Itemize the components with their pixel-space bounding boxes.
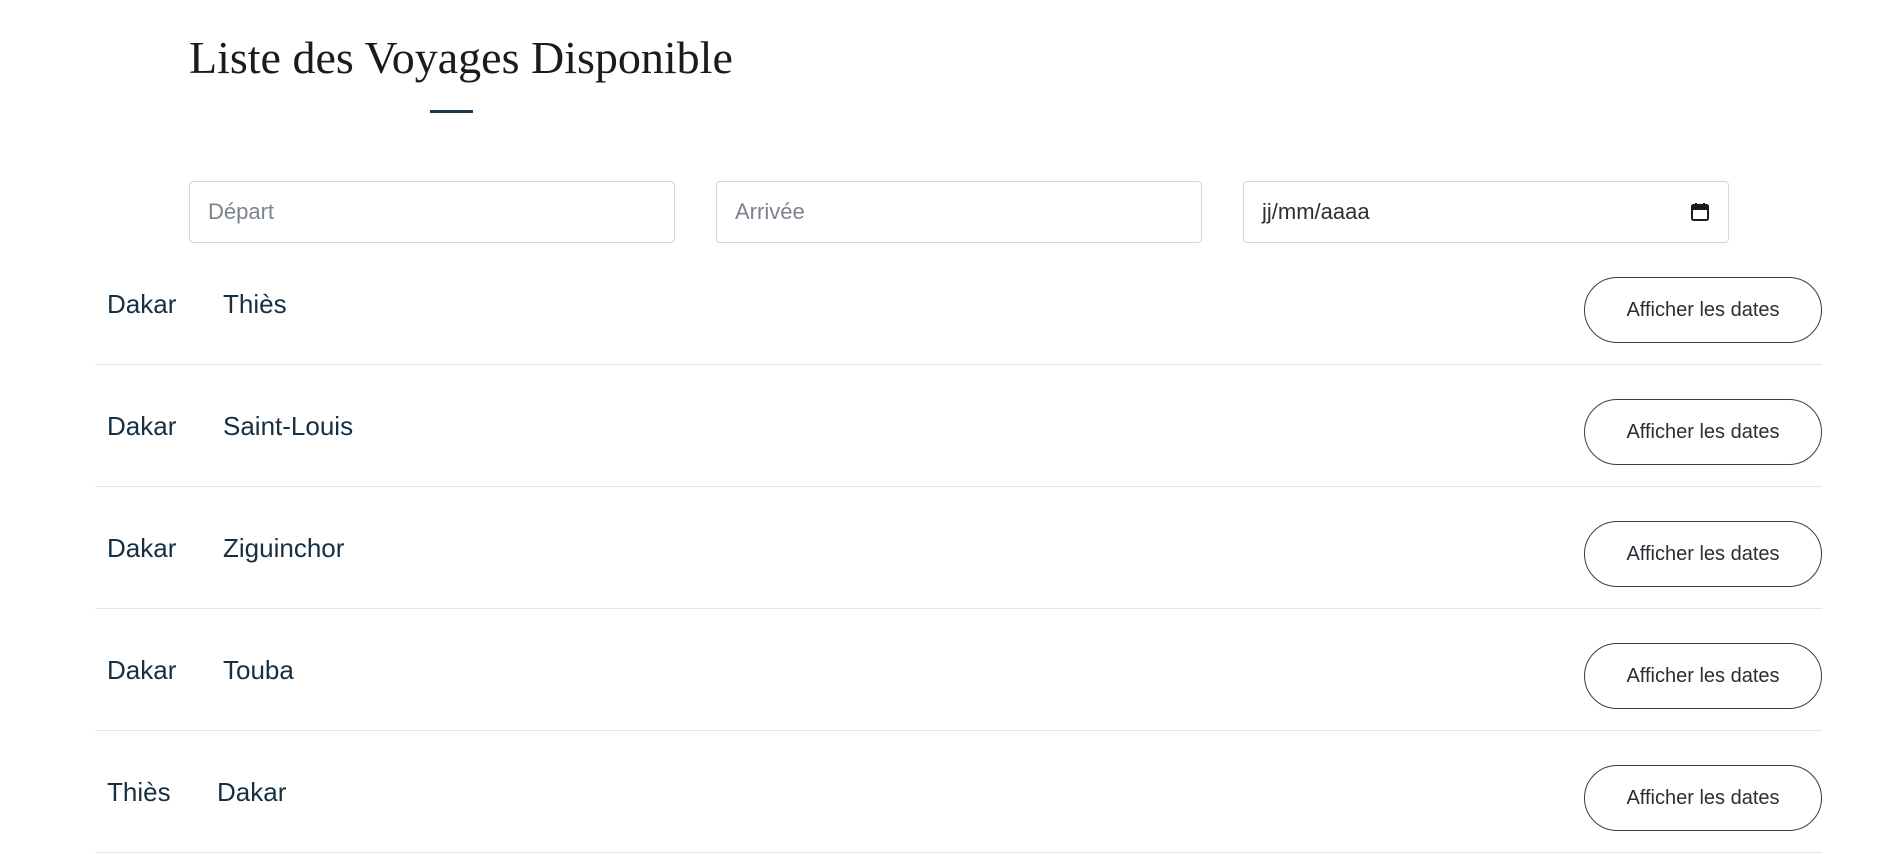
trip-departure: Dakar	[107, 289, 177, 319]
trip-departure: Dakar	[107, 533, 177, 563]
trip-arrival: Dakar	[217, 777, 287, 807]
title-underline	[430, 110, 473, 113]
trip-row: Thiès Dakar Afficher les dates	[95, 731, 1822, 853]
trip-arrival: Thiès	[223, 289, 287, 319]
show-dates-button[interactable]: Afficher les dates	[1584, 521, 1822, 587]
trip-row: Dakar Saint-Louis Afficher les dates	[95, 365, 1822, 487]
trip-arrival: Ziguinchor	[223, 533, 345, 563]
show-dates-button[interactable]: Afficher les dates	[1584, 643, 1822, 709]
page-title: Liste des Voyages Disponible	[189, 32, 733, 83]
show-dates-button[interactable]: Afficher les dates	[1584, 399, 1822, 465]
depart-input[interactable]	[189, 181, 675, 243]
filter-bar: jj/mm/aaaa	[189, 181, 1729, 243]
trip-list: Dakar Thiès Afficher les dates Dakar Sai…	[95, 243, 1822, 853]
trip-arrival: Touba	[223, 655, 294, 685]
trip-departure: Thiès	[107, 777, 171, 807]
show-dates-button[interactable]: Afficher les dates	[1584, 765, 1822, 831]
trip-arrival: Saint-Louis	[223, 411, 354, 441]
trip-row: Dakar Touba Afficher les dates	[95, 609, 1822, 731]
trip-row: Dakar Ziguinchor Afficher les dates	[95, 487, 1822, 609]
date-placeholder: jj/mm/aaaa	[1262, 199, 1370, 224]
trip-departure: Dakar	[107, 655, 177, 685]
calendar-icon[interactable]	[1690, 202, 1710, 222]
arrivee-input[interactable]	[716, 181, 1202, 243]
show-dates-button[interactable]: Afficher les dates	[1584, 277, 1822, 343]
trip-row: Dakar Thiès Afficher les dates	[95, 243, 1822, 365]
trip-departure: Dakar	[107, 411, 177, 441]
date-input[interactable]: jj/mm/aaaa	[1243, 181, 1729, 243]
